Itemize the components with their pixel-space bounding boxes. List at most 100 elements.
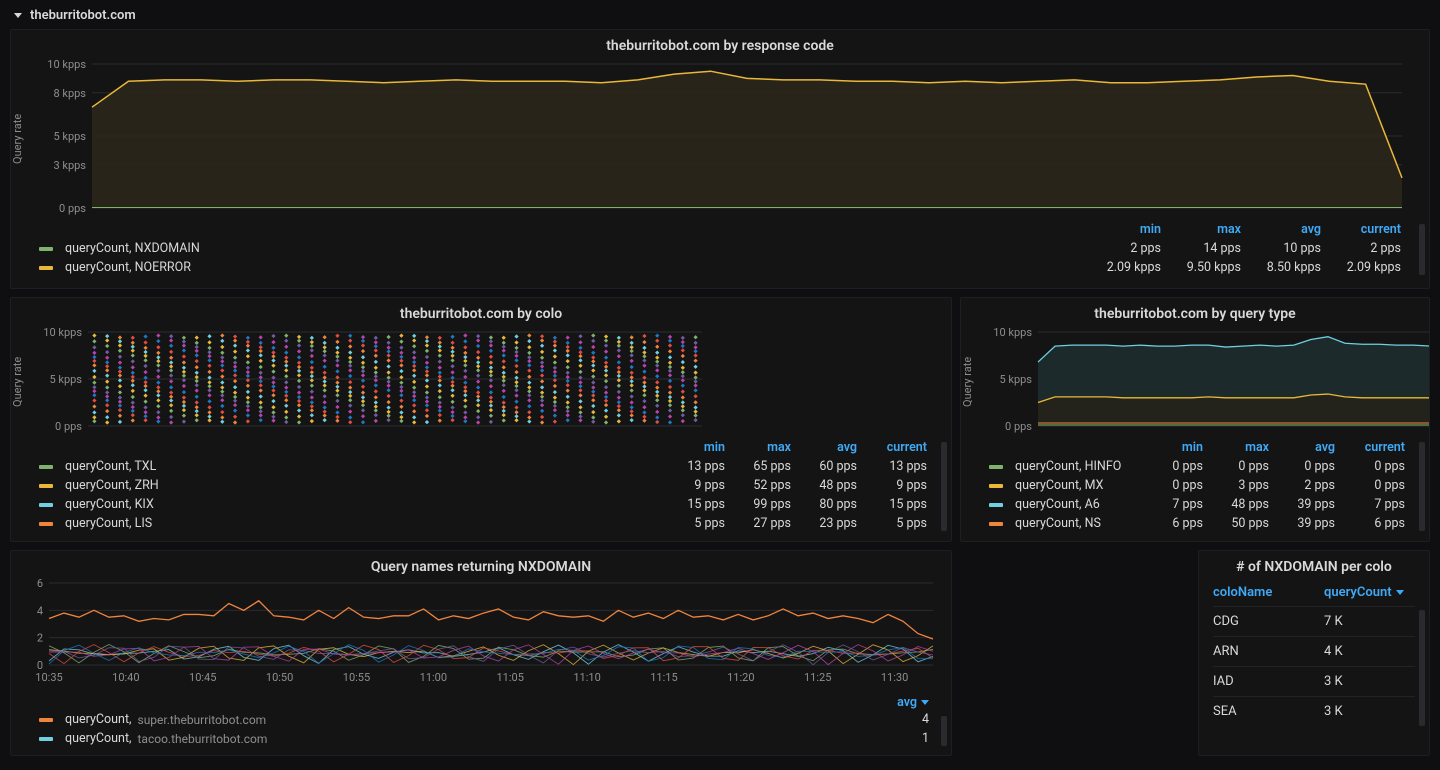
svg-text:10:35: 10:35 xyxy=(35,671,62,684)
legend-col-min[interactable]: min xyxy=(1081,222,1161,237)
panel-title: theburritobot.com by response code xyxy=(11,30,1429,58)
swatch xyxy=(39,522,53,526)
panel-by-response-code[interactable]: theburritobot.com by response code Query… xyxy=(10,29,1430,289)
table-col-queryCount[interactable]: queryCount xyxy=(1324,585,1415,600)
table-row[interactable]: CDG7 K xyxy=(1213,606,1415,636)
panel-title: Query names returning NXDOMAIN xyxy=(11,551,951,579)
panel-legend: min max avg current queryCount, HINFO0 p… xyxy=(961,438,1429,537)
cell-queryCount: 3 K xyxy=(1324,674,1415,689)
chart-area[interactable]: 0 pps3 kpps5 kpps8 kpps10 kpps xyxy=(30,58,1410,220)
svg-text:11:15: 11:15 xyxy=(650,671,677,684)
legend-value: 1 xyxy=(889,731,929,746)
legend-scrollbar[interactable] xyxy=(941,442,947,531)
legend-col-max[interactable]: max xyxy=(1161,222,1241,237)
legend-scrollbar[interactable] xyxy=(1419,442,1425,531)
panel-title: theburritobot.com by query type xyxy=(961,298,1429,326)
legend-col-max[interactable]: max xyxy=(725,440,791,455)
legend-value: 13 pps xyxy=(857,459,927,474)
legend-col-avg[interactable]: avg xyxy=(1241,222,1321,237)
legend-value: 0 pps xyxy=(1269,459,1335,474)
legend-row[interactable]: queryCount, LIS xyxy=(39,516,659,531)
swatch xyxy=(39,465,53,469)
legend-value: 0 pps xyxy=(1137,459,1203,474)
svg-text:10 kpps: 10 kpps xyxy=(43,326,82,339)
svg-text:11:25: 11:25 xyxy=(804,671,831,684)
swatch xyxy=(989,484,1003,488)
legend-value: 50 pps xyxy=(1203,516,1269,531)
legend-value: 65 pps xyxy=(725,459,791,474)
panel-legend: min max avg current queryCount, NXDOMAIN… xyxy=(11,220,1429,281)
series-name: queryCount, A6 xyxy=(1015,497,1100,512)
svg-text:4: 4 xyxy=(37,604,43,617)
legend-row[interactable]: queryCount, NS xyxy=(989,516,1137,531)
swatch xyxy=(39,718,53,722)
sort-desc-icon xyxy=(1396,590,1404,595)
legend-row[interactable]: queryCount,tacoo.theburritobot.com xyxy=(39,731,889,746)
series-name: queryCount, LIS xyxy=(65,516,152,531)
swatch xyxy=(989,503,1003,507)
legend-value: 39 pps xyxy=(1269,497,1335,512)
legend-value: 60 pps xyxy=(791,459,857,474)
legend-value: 48 pps xyxy=(791,478,857,493)
legend-value: 13 pps xyxy=(659,459,725,474)
legend-scrollbar[interactable] xyxy=(1419,224,1425,275)
table-scrollbar[interactable] xyxy=(1419,610,1425,726)
legend-col-avg[interactable]: avg xyxy=(791,440,857,455)
series-name: queryCount, KIX xyxy=(65,497,154,512)
legend-col-current[interactable]: current xyxy=(1321,222,1401,237)
legend-row[interactable]: queryCount, HINFO xyxy=(989,459,1137,474)
legend-col-avg[interactable]: avg xyxy=(11,695,951,712)
legend-col-max[interactable]: max xyxy=(1203,440,1269,455)
svg-text:6: 6 xyxy=(37,579,43,590)
table-row[interactable]: IAD 3 K xyxy=(1213,666,1415,696)
table-header: coloName queryCount xyxy=(1199,579,1429,606)
table-col-coloName[interactable]: coloName xyxy=(1213,585,1304,600)
legend-col-current[interactable]: current xyxy=(1335,440,1405,455)
svg-text:10:45: 10:45 xyxy=(189,671,216,684)
legend-col-avg[interactable]: avg xyxy=(1269,440,1335,455)
series-name: super.theburritobot.com xyxy=(138,713,267,727)
svg-text:8 kpps: 8 kpps xyxy=(53,87,86,100)
legend-row[interactable]: queryCount, TXL xyxy=(39,459,659,474)
chart-area[interactable]: 0 pps5 kpps10 kpps xyxy=(30,326,710,438)
swatch xyxy=(39,266,53,270)
chart-area[interactable]: 0 pps5 kpps10 kpps xyxy=(980,326,1429,438)
panel-nxdomain-per-colo[interactable]: # of NXDOMAIN per colo coloName queryCou… xyxy=(1198,550,1430,756)
legend-row[interactable]: queryCount, MX xyxy=(989,478,1137,493)
legend-value: 9 pps xyxy=(857,478,927,493)
panel-legend: queryCount,super.theburritobot.com4query… xyxy=(11,712,951,752)
panel-by-query-type[interactable]: theburritobot.com by query type Query ra… xyxy=(960,297,1430,542)
legend-value: 23 pps xyxy=(791,516,857,531)
legend-value: 39 pps xyxy=(1269,516,1335,531)
table-body: CDG7 KARN4 K IAD 3 K SEA3 K xyxy=(1199,606,1429,732)
legend-scrollbar[interactable] xyxy=(941,716,947,746)
chart-area[interactable]: 024610:3510:4010:4510:5010:5511:0011:051… xyxy=(21,579,941,695)
series-name: tacoo.theburritobot.com xyxy=(138,732,268,746)
svg-text:11:30: 11:30 xyxy=(881,671,908,684)
dashboard-row-header[interactable]: theburritobot.com xyxy=(0,0,1440,29)
series-name: queryCount, ZRH xyxy=(65,478,159,493)
table-row[interactable]: ARN4 K xyxy=(1213,636,1415,666)
table-row[interactable]: SEA3 K xyxy=(1213,696,1415,726)
legend-col-min[interactable]: min xyxy=(659,440,725,455)
cell-coloName: IAD xyxy=(1213,674,1304,689)
svg-text:11:20: 11:20 xyxy=(727,671,754,684)
svg-text:10:40: 10:40 xyxy=(112,671,139,684)
legend-value: 99 pps xyxy=(725,497,791,512)
legend-col-current[interactable]: current xyxy=(857,440,927,455)
svg-text:5 kpps: 5 kpps xyxy=(49,373,82,386)
legend-value: 27 pps xyxy=(725,516,791,531)
svg-text:10 kpps: 10 kpps xyxy=(993,326,1032,339)
panel-legend: min max avg current queryCount, TXL13 pp… xyxy=(11,438,951,537)
legend-value: 0 pps xyxy=(1335,459,1405,474)
legend-row[interactable]: queryCount, ZRH xyxy=(39,478,659,493)
legend-row[interactable]: queryCount, KIX xyxy=(39,497,659,512)
svg-text:11:10: 11:10 xyxy=(573,671,600,684)
legend-row[interactable]: queryCount,super.theburritobot.com xyxy=(39,712,889,727)
panel-by-colo[interactable]: theburritobot.com by colo Query rate 0 p… xyxy=(10,297,952,542)
legend-row[interactable]: queryCount, A6 xyxy=(989,497,1137,512)
legend-col-min[interactable]: min xyxy=(1137,440,1203,455)
svg-text:10:55: 10:55 xyxy=(343,671,370,684)
y-axis-label: Query rate xyxy=(11,58,30,220)
panel-query-names-nxdomain[interactable]: Query names returning NXDOMAIN 024610:35… xyxy=(10,550,952,756)
